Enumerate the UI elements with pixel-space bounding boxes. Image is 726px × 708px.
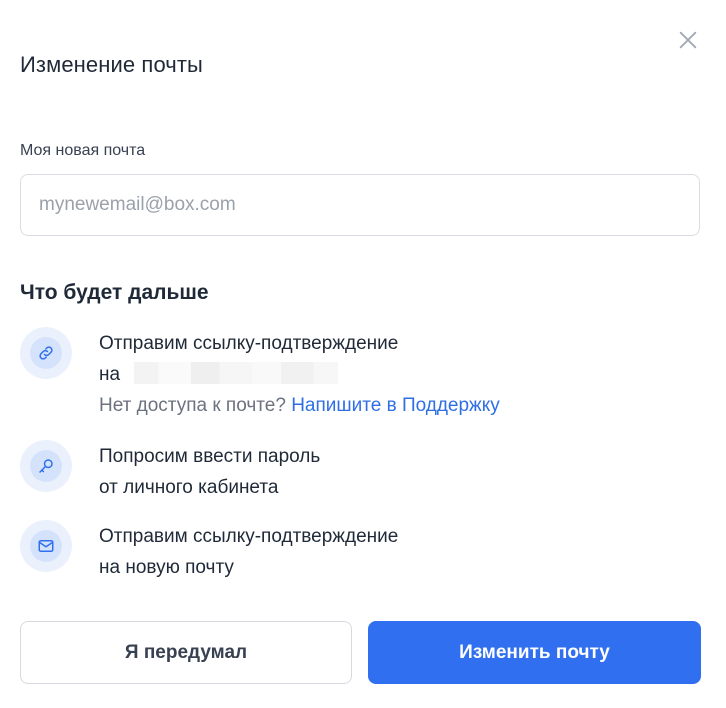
- next-steps-title: Что будет дальше: [20, 281, 209, 304]
- step-2-icon-badge: [20, 440, 72, 492]
- cancel-button[interactable]: Я передумал: [20, 621, 352, 684]
- step-1-icon-badge: [20, 327, 72, 379]
- step-3-line-2: на новую почту: [99, 557, 234, 578]
- key-icon: [39, 459, 53, 473]
- link-icon: [39, 346, 53, 360]
- step-2-text: Попросим ввести пароль от личного кабине…: [99, 441, 320, 503]
- step-2-line-2: от личного кабинета: [99, 477, 279, 498]
- close-button[interactable]: [676, 28, 700, 52]
- step-1-support-note: Нет доступа к почте? Напишите в Поддержк…: [99, 390, 500, 421]
- step-3-line-1: Отправим ссылку-подтверждение: [99, 526, 399, 547]
- dialog-title: Изменение почты: [20, 52, 203, 77]
- email-field-label: Моя новая почта: [20, 142, 146, 159]
- change-email-button[interactable]: Изменить почту: [368, 621, 701, 684]
- redacted-email: [134, 362, 339, 385]
- step-1-line-1: Отправим ссылку-подтверждение: [99, 333, 399, 354]
- close-icon: [679, 31, 697, 49]
- change-email-dialog: Изменение почты Моя новая почта Что буде…: [0, 0, 726, 708]
- step-3-text: Отправим ссылку-подтверждение на новую п…: [99, 521, 398, 583]
- mail-icon: [38, 540, 54, 552]
- contact-support-link[interactable]: Напишите в Поддержку: [291, 395, 500, 416]
- new-email-input[interactable]: [20, 174, 700, 236]
- step-3-icon-badge: [20, 520, 72, 572]
- step-1-line-2-text: на: [99, 364, 121, 385]
- no-access-text: Нет доступа к почте?: [99, 395, 286, 416]
- step-1-line-2: на: [99, 359, 500, 390]
- step-2-line-1: Попросим ввести пароль: [99, 446, 321, 467]
- step-1-text: Отправим ссылку-подтверждение на Нет дос…: [99, 328, 500, 421]
